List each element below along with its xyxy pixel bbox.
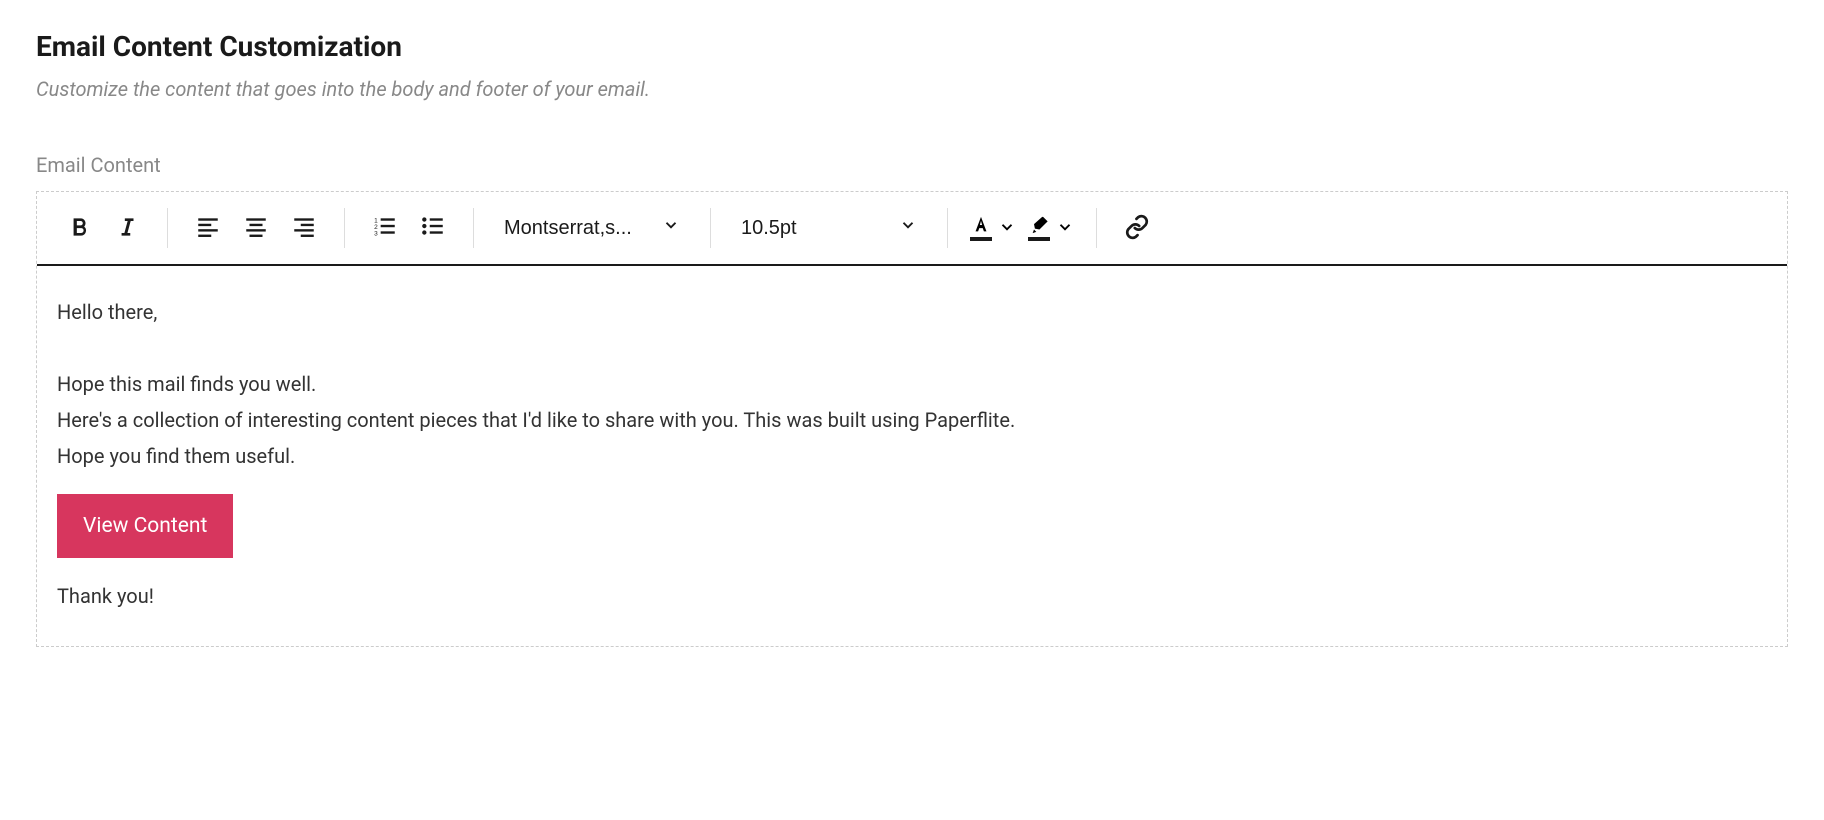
body-closing: Thank you! <box>57 578 1767 614</box>
align-right-button[interactable] <box>282 206 326 250</box>
link-icon <box>1124 214 1150 243</box>
toolbar-group-lists: 123 <box>363 206 455 250</box>
view-content-button[interactable]: View Content <box>57 494 233 558</box>
font-family-label: Montserrat,s... <box>504 217 642 240</box>
bold-button[interactable] <box>57 206 101 250</box>
ordered-list-icon: 123 <box>372 214 398 243</box>
unordered-list-icon <box>420 214 446 243</box>
chevron-down-icon <box>1056 218 1074 239</box>
text-color-icon <box>970 215 992 241</box>
svg-text:3: 3 <box>374 230 378 237</box>
chevron-down-icon <box>662 216 680 240</box>
align-left-button[interactable] <box>186 206 230 250</box>
italic-button[interactable] <box>105 206 149 250</box>
text-color-button[interactable] <box>966 206 1020 250</box>
align-left-icon <box>195 214 221 243</box>
toolbar-separator <box>947 208 948 248</box>
font-size-label: 10.5pt <box>741 217 879 240</box>
italic-icon <box>114 214 140 243</box>
align-center-button[interactable] <box>234 206 278 250</box>
toolbar: 123 Montserrat,s... 10.5pt <box>37 192 1787 266</box>
toolbar-separator <box>710 208 711 248</box>
chevron-down-icon <box>998 218 1016 239</box>
toolbar-separator <box>167 208 168 248</box>
chevron-down-icon <box>899 216 917 240</box>
body-line: Hope you find them useful. <box>57 438 1767 474</box>
font-size-dropdown[interactable]: 10.5pt <box>729 206 929 250</box>
section-label: Email Content <box>36 153 1788 177</box>
toolbar-group-style <box>57 206 149 250</box>
page-subtitle: Customize the content that goes into the… <box>36 77 1788 101</box>
toolbar-separator <box>473 208 474 248</box>
toolbar-group-align <box>186 206 326 250</box>
highlight-color-button[interactable] <box>1024 206 1078 250</box>
body-line: Here's a collection of interesting conte… <box>57 402 1767 438</box>
email-editor: 123 Montserrat,s... 10.5pt <box>36 191 1788 647</box>
ordered-list-button[interactable]: 123 <box>363 206 407 250</box>
font-family-dropdown[interactable]: Montserrat,s... <box>492 206 692 250</box>
toolbar-separator <box>344 208 345 248</box>
unordered-list-button[interactable] <box>411 206 455 250</box>
toolbar-group-color <box>966 206 1078 250</box>
align-right-icon <box>291 214 317 243</box>
link-button[interactable] <box>1115 206 1159 250</box>
editor-body[interactable]: Hello there, Hope this mail finds you we… <box>37 266 1787 646</box>
highlight-icon <box>1028 215 1050 241</box>
toolbar-separator <box>1096 208 1097 248</box>
bold-icon <box>66 214 92 243</box>
body-greeting: Hello there, <box>57 294 1767 330</box>
align-center-icon <box>243 214 269 243</box>
page-title: Email Content Customization <box>36 30 1788 63</box>
body-line: Hope this mail finds you well. <box>57 366 1767 402</box>
